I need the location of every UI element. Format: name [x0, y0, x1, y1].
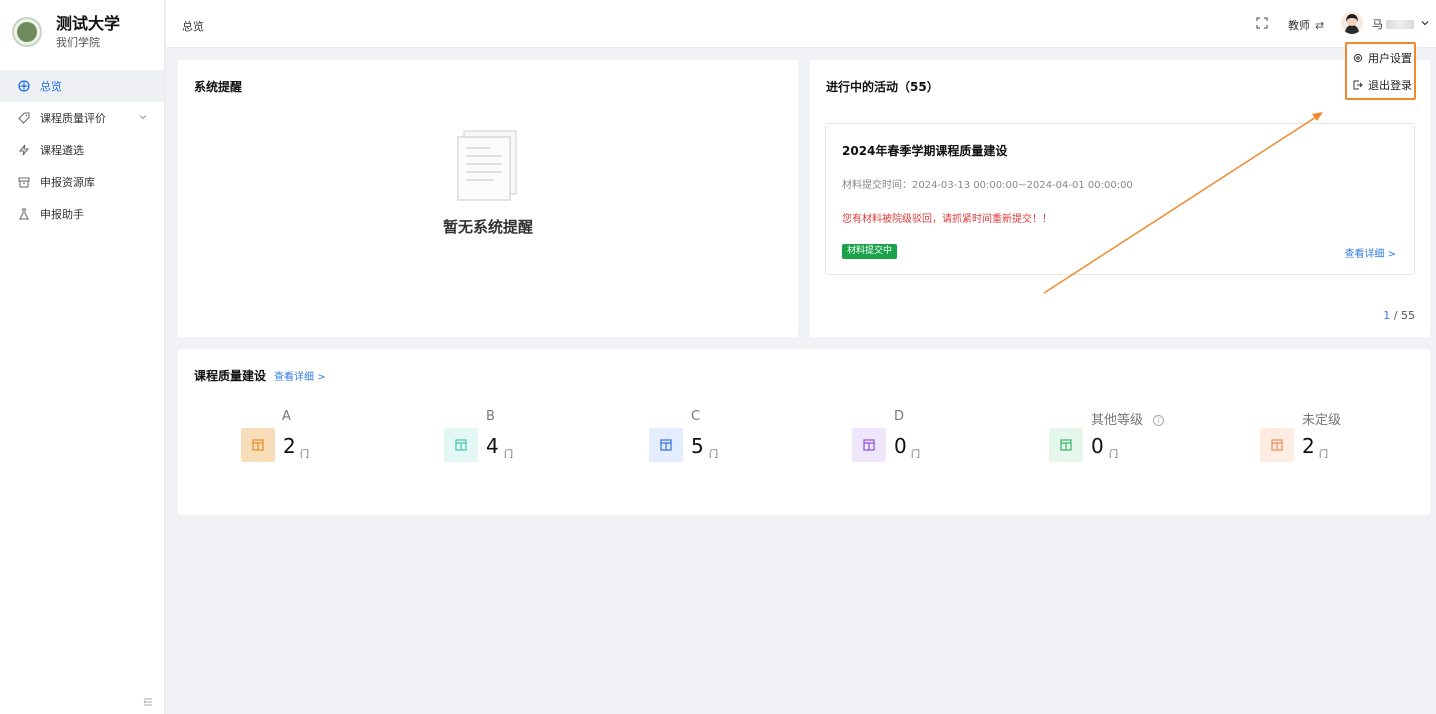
menu-item-user-settings[interactable]: 用户设置	[1347, 44, 1414, 71]
username: 马	[1372, 18, 1383, 31]
sidebar-nav: 总览 课程质量评价 课程遴选 申报资源库 申报助手	[0, 70, 164, 230]
archive-icon	[18, 176, 30, 188]
logo-emblem	[17, 22, 37, 42]
grade-count: 2	[1302, 434, 1315, 458]
grade-unit: 门	[1319, 450, 1329, 460]
lightning-icon	[18, 144, 30, 156]
table-icon	[852, 428, 886, 462]
course-quality-card: 课程质量建设 查看详细 > A 2 门 B 4 门 C 5 门 D 0 门 其他…	[178, 349, 1430, 515]
activity-name: 2024年春季学期课程质量建设	[842, 144, 1008, 158]
sidebar-item-label: 总览	[40, 80, 62, 93]
brand[interactable]: 测试大学 我们学院	[0, 0, 164, 64]
grade-count: 0	[1091, 434, 1104, 458]
system-reminder-card: 系统提醒 暂无系统提醒	[178, 60, 798, 337]
card-title: 课程质量建设	[194, 369, 267, 383]
university-logo	[12, 17, 42, 47]
fullscreen-icon[interactable]	[1256, 17, 1268, 29]
top-header: 总览 教师 ⇄ 马	[166, 0, 1436, 48]
grade-label: B	[486, 409, 495, 424]
brand-subtitle: 我们学院	[56, 35, 100, 49]
sidebar-item-label: 课程遴选	[40, 144, 84, 157]
grade-label: A	[282, 409, 291, 424]
sidebar-item-assistant[interactable]: 申报助手	[0, 198, 164, 230]
grade-label: D	[894, 409, 905, 424]
menu-item-logout[interactable]: 退出登录	[1347, 71, 1414, 98]
avatar[interactable]	[1341, 12, 1363, 34]
activity-item[interactable]: 2024年春季学期课程质量建设 材料提交时间：2024-03-13 00:00:…	[825, 123, 1415, 275]
empty-document-icon	[456, 130, 518, 202]
view-details-link[interactable]: 查看详细 >	[274, 368, 326, 383]
grade-unit: 门	[709, 450, 719, 460]
swap-icon: ⇄	[1315, 18, 1325, 32]
table-icon	[241, 428, 275, 462]
grade-label: C	[691, 409, 701, 424]
card-title: 系统提醒	[194, 80, 243, 94]
sidebar-item-course-selection[interactable]: 课程遴选	[0, 134, 164, 166]
menu-item-label: 用户设置	[1368, 51, 1412, 65]
overview-icon	[18, 80, 30, 92]
user-menu-trigger[interactable]: 马	[1372, 16, 1430, 32]
submission-time: 材料提交时间：2024-03-13 00:00:00~2024-04-01 00…	[842, 180, 1133, 191]
sidebar-item-label: 申报资源库	[40, 176, 95, 189]
breadcrumb: 总览	[182, 20, 204, 33]
sidebar-item-course-quality[interactable]: 课程质量评价	[0, 102, 164, 134]
table-icon	[444, 428, 478, 462]
logout-icon	[1353, 80, 1363, 90]
grade-count: 5	[691, 434, 704, 458]
collapse-menu-icon[interactable]	[142, 696, 154, 708]
table-icon	[1049, 428, 1083, 462]
user-dropdown-menu: 用户设置 退出登录	[1345, 42, 1416, 100]
status-badge: 材料提交中	[842, 244, 898, 259]
grade-label: 其他等级 i	[1091, 409, 1165, 428]
sidebar-item-label: 申报助手	[40, 208, 84, 221]
grade-unit: 门	[300, 450, 310, 460]
page-separator: /	[1390, 309, 1401, 322]
sidebar-item-label: 课程质量评价	[40, 112, 106, 125]
table-icon	[649, 428, 683, 462]
total-pages: 55	[1401, 309, 1415, 322]
table-icon	[1260, 428, 1294, 462]
chevron-down-icon	[138, 112, 148, 125]
pagination: 1 / 55	[1383, 309, 1415, 322]
masked-name	[1386, 19, 1414, 29]
view-details-link[interactable]: 查看详细 >	[1344, 245, 1396, 260]
role-label: 教师	[1288, 19, 1310, 32]
empty-state-text: 暂无系统提醒	[442, 218, 533, 236]
sidebar-item-overview[interactable]: 总览	[0, 70, 164, 102]
menu-item-label: 退出登录	[1368, 78, 1412, 92]
grade-count: 0	[894, 434, 907, 458]
grade-unit: 门	[911, 450, 921, 460]
grade-count: 2	[283, 434, 296, 458]
chevron-down-icon	[1420, 18, 1430, 31]
grade-label: 未定级	[1302, 413, 1342, 428]
role-switch[interactable]: 教师 ⇄	[1288, 17, 1324, 33]
grade-count: 4	[486, 434, 499, 458]
rejection-warning: 您有材料被院级驳回，请抓紧时间重新提交！！	[842, 214, 1052, 225]
card-title: 进行中的活动（55）	[826, 80, 939, 94]
brand-title: 测试大学	[56, 13, 121, 33]
grade-label-text: 其他等级	[1091, 413, 1144, 428]
grade-unit: 门	[504, 450, 514, 460]
tag-icon	[18, 112, 30, 124]
flask-icon	[18, 208, 30, 220]
grade-unit: 门	[1109, 450, 1119, 460]
sidebar-item-resource-library[interactable]: 申报资源库	[0, 166, 164, 198]
active-activities-card: 进行中的活动（55） 2024年春季学期课程质量建设 材料提交时间：2024-0…	[810, 60, 1430, 337]
gear-icon	[1353, 53, 1363, 63]
info-icon[interactable]: i	[1153, 415, 1165, 426]
sidebar: 测试大学 我们学院 总览 课程质量评价 课程遴选 申报资源库 申报助手	[0, 0, 165, 714]
